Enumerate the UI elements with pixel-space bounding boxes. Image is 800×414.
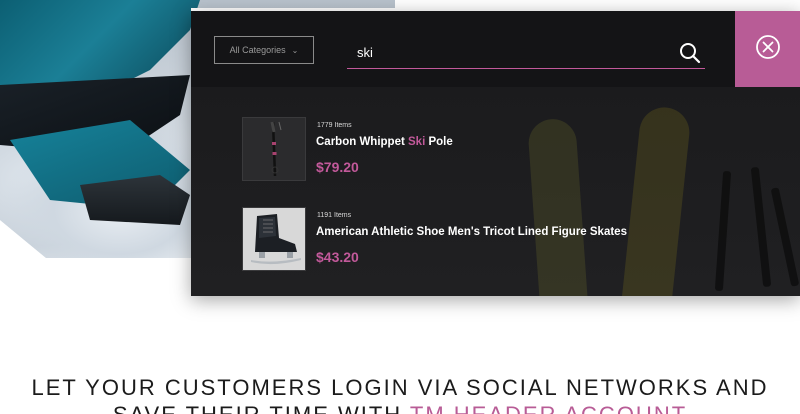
search-results: 1779 Items Carbon Whippet Ski Pole $79.2… [191,87,800,296]
promo-headline-line1: LET YOUR CUSTOMERS LOGIN VIA SOCIAL NETW… [31,375,769,400]
category-select-label: All Categories [229,45,286,55]
close-search-button[interactable] [735,11,800,87]
chevron-down-icon: ⌄ [291,45,299,55]
close-icon [755,34,781,65]
promo-headline: LET YOUR CUSTOMERS LOGIN VIA SOCIAL NETW… [0,374,800,414]
background-pole [770,187,800,287]
product-title[interactable]: American Athletic Shoe Men's Tricot Line… [316,226,627,238]
category-select[interactable]: All Categories ⌄ [214,36,314,64]
product-thumbnail[interactable] [242,117,306,181]
search-result-item[interactable]: 1779 Items Carbon Whippet Ski Pole $79.2… [241,117,761,183]
promo-headline-accent: TM HEADER ACCOUNT [410,402,687,414]
figure-skate-icon [243,208,305,270]
search-input[interactable] [347,41,705,69]
search-highlight: Ski [408,136,426,148]
search-panel: All Categories ⌄ ski 1779 Items Carbon W… [191,11,800,296]
ski-pole-icon [243,118,305,180]
page: All Categories ⌄ ski 1779 Items Carbon W… [0,0,800,414]
search-bar: All Categories ⌄ [191,11,735,87]
product-price: $43.20 [316,249,359,265]
product-title-text: Carbon Whippet [316,136,408,148]
product-title-text: American Athletic Shoe Men's Tricot Line… [316,226,627,238]
item-count: 1779 Items [317,122,352,129]
search-result-item[interactable]: 1191 Items American Athletic Shoe Men's … [241,207,761,273]
product-title[interactable]: Carbon Whippet Ski Pole [316,136,453,148]
search-icon[interactable] [679,42,701,64]
item-count: 1191 Items [317,212,352,219]
promo-headline-text: SAVE THEIR TIME WITH [113,402,410,414]
product-price: $79.20 [316,159,359,175]
product-thumbnail[interactable] [242,207,306,271]
promo-headline-line2: SAVE THEIR TIME WITH TM HEADER ACCOUNT [0,401,800,414]
product-title-text: Pole [425,136,453,148]
